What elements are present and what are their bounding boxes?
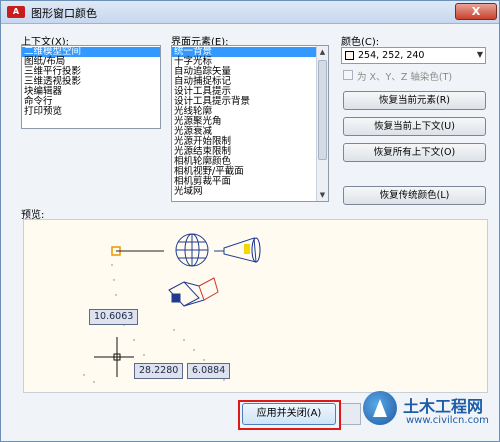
watermark-title: 土木工程网	[403, 397, 484, 416]
color-label: 颜色(C):	[341, 37, 380, 48]
context-listbox[interactable]: 二维模型空间 图纸/布局 三维平行投影 三维透视投影 块编辑器 命令行 打印预览	[21, 45, 161, 129]
title-bar: A 图形窗口颜色 X	[1, 1, 499, 24]
dialog-title: 图形窗口颜色	[31, 7, 97, 20]
highlight-box	[238, 400, 341, 430]
chevron-down-icon: ▼	[476, 50, 483, 59]
restore-classic-colors-button[interactable]: 恢复传统颜色(L)	[343, 186, 486, 205]
camera-icon	[168, 277, 219, 307]
dimension-tooltip-2: 28.2280	[134, 363, 184, 379]
restore-current-element-button[interactable]: 恢复当前元素(R)	[343, 91, 486, 110]
interface-elements-listbox[interactable]: 统一背景 十字光标 自动追踪矢量 自动捕捉标记 设计工具提示 设计工具提示背景 光线轮廓 光源…	[171, 45, 329, 202]
preview-pane: 10.6063 28.2280 6.0884	[23, 219, 488, 393]
light-web-globe-icon	[175, 233, 209, 267]
scroll-thumb[interactable]	[318, 60, 327, 160]
context-list-item[interactable]: 打印预览	[22, 107, 160, 117]
dimension-tooltip-3: 6.0884	[187, 363, 231, 379]
spotlight-icon	[214, 237, 261, 263]
restore-all-contexts-button[interactable]: 恢复所有上下文(O)	[343, 143, 486, 162]
tint-xyz-label: 为 X、Y、Z 轴染色(T)	[357, 72, 453, 83]
color-value: 254, 252, 240	[358, 50, 425, 61]
preview-drawing	[83, 233, 261, 383]
watermark-url: www.civilcn.com	[406, 415, 489, 426]
close-button[interactable]: X	[455, 3, 497, 20]
crosshair-cursor-icon	[94, 337, 134, 377]
color-dropdown[interactable]: 254, 252, 240 ▼	[341, 47, 486, 64]
element-list-item[interactable]: 光域网	[172, 187, 328, 197]
restore-current-context-button[interactable]: 恢复当前上下文(U)	[343, 117, 486, 136]
color-swatch	[345, 51, 354, 60]
graphics-window-colors-dialog: A 图形窗口颜色 X 上下文(X): 二维模型空间 图纸/布局 三维平行投影 三维透视…	[0, 0, 500, 442]
cancel-button-partial[interactable]	[341, 403, 361, 425]
tint-xyz-checkbox[interactable]	[343, 70, 353, 80]
autocad-app-icon: A	[7, 6, 25, 18]
elements-scrollbar[interactable]: ▲ ▼	[316, 46, 328, 201]
scroll-down-arrow-icon[interactable]: ▼	[317, 189, 328, 201]
scroll-up-arrow-icon[interactable]: ▲	[317, 46, 328, 58]
dimension-tooltip-1: 10.6063	[89, 309, 139, 325]
